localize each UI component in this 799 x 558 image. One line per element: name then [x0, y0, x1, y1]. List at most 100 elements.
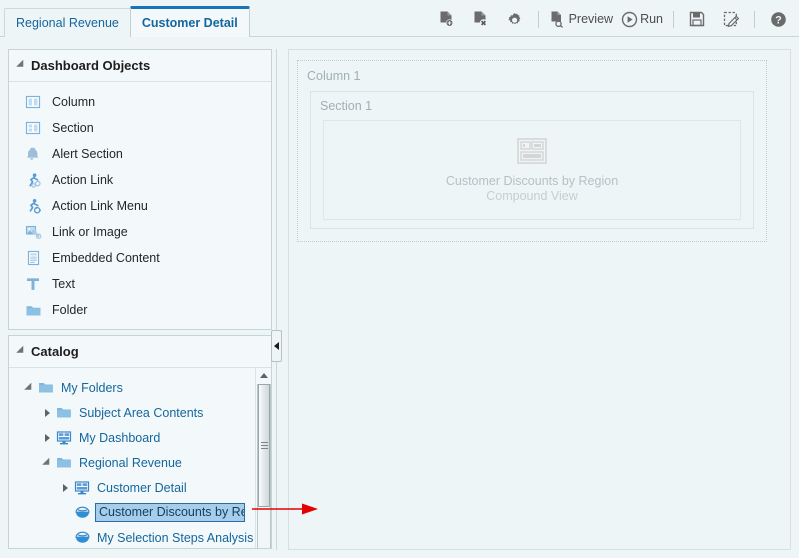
alert-bell-icon: [23, 145, 43, 163]
run-button[interactable]: Run: [617, 5, 667, 33]
tree-item-subject-area-contents[interactable]: Subject Area Contents: [9, 400, 256, 425]
catalog-title: Catalog: [31, 344, 79, 359]
save-as-icon: [723, 11, 740, 28]
chevron-down-icon: [16, 345, 27, 357]
embedded-content-icon: [23, 249, 43, 267]
section-label: Section 1: [320, 99, 373, 113]
tree-item-label: My Dashboard: [79, 430, 161, 445]
delete-dashboard-page-button[interactable]: [464, 5, 498, 33]
catalog-tree: My Folders Subject Area Contents My Dash…: [9, 368, 271, 548]
scrollbar-thumb[interactable]: [258, 384, 270, 507]
object-item-label: Text: [52, 277, 75, 291]
action-link-menu-icon: [23, 197, 43, 215]
expand-collapse-icon[interactable]: [39, 457, 55, 468]
run-icon: [621, 11, 638, 28]
tree-item-label: My Selection Steps Analysis: [97, 530, 254, 545]
chevron-left-icon: [274, 342, 279, 350]
compound-view-icon: [517, 137, 547, 167]
tree-item-label: My Folders: [61, 380, 123, 395]
dashboard-objects-title: Dashboard Objects: [31, 58, 151, 73]
scroll-up-button[interactable]: [256, 368, 271, 383]
column-icon: [23, 93, 43, 111]
folder-icon: [55, 455, 73, 471]
dashboard-tools-button[interactable]: [498, 5, 532, 33]
folder-icon: [37, 380, 55, 396]
toolbar-separator-2: [673, 10, 674, 28]
drop-target-placeholder[interactable]: Customer Discounts by Region Compound Vi…: [323, 120, 741, 220]
add-page-icon: [438, 10, 455, 28]
section-icon: [23, 119, 43, 137]
svg-text:?: ?: [775, 14, 782, 26]
dashboard-icon: [73, 480, 91, 496]
object-item-label: Embedded Content: [52, 251, 160, 265]
left-accordion-panel: Dashboard Objects Column Section Alert S…: [8, 49, 272, 549]
object-item-label: Section: [52, 121, 94, 135]
folder-icon: [23, 301, 43, 319]
catalog-header[interactable]: Catalog: [9, 336, 271, 368]
run-label: Run: [640, 12, 663, 26]
link-or-image-icon: [23, 223, 43, 241]
tree-item-my-selection-steps-analysis[interactable]: My Selection Steps Analysis: [9, 525, 256, 548]
grip-icon: [260, 440, 268, 451]
tab-regional-revenue[interactable]: Regional Revenue: [4, 8, 131, 37]
tree-item-label: Customer Discounts by Region: [99, 505, 244, 519]
tree-item-customer-detail[interactable]: Customer Detail: [9, 475, 256, 500]
object-item-action-link[interactable]: Action Link: [9, 167, 271, 193]
expand-collapse-icon[interactable]: [21, 382, 37, 393]
dashboard-objects-header[interactable]: Dashboard Objects: [9, 50, 271, 82]
tree-item-label: Customer Detail: [97, 480, 187, 495]
preview-button[interactable]: Preview: [545, 5, 617, 33]
object-item-column[interactable]: Column: [9, 89, 271, 115]
scrollbar-track[interactable]: [257, 384, 271, 548]
dashboard-objects-list: Column Section Alert Section Action Link…: [9, 82, 271, 323]
dropped-object-view: Compound View: [486, 188, 578, 203]
add-dashboard-page-button[interactable]: [430, 5, 464, 33]
object-item-label: Column: [52, 95, 96, 109]
preview-icon: [549, 10, 567, 28]
dashboard-section[interactable]: Section 1 Customer Discounts by Region C…: [310, 91, 754, 229]
help-button[interactable]: ?: [761, 5, 795, 33]
expand-collapse-icon[interactable]: [57, 483, 73, 492]
object-item-section[interactable]: Section: [9, 115, 271, 141]
top-bar: Regional Revenue Customer Detail Preview…: [0, 0, 799, 37]
dashboard-column[interactable]: Column 1 Section 1 Customer Discounts by…: [297, 60, 767, 242]
catalog-panel: Catalog My Folders Subject Area Contents…: [8, 335, 272, 549]
object-item-link-or-image[interactable]: Link or Image: [9, 219, 271, 245]
expand-collapse-icon[interactable]: [39, 408, 55, 417]
object-item-text[interactable]: Text: [9, 271, 271, 297]
action-link-icon: [23, 171, 43, 189]
dashboard-builder-window: Regional Revenue Customer Detail Preview…: [0, 0, 799, 558]
catalog-scrollbar[interactable]: [255, 368, 271, 548]
dashboard-canvas[interactable]: Column 1 Section 1 Customer Discounts by…: [288, 49, 791, 550]
analysis-icon: [73, 530, 91, 546]
save-icon: [689, 11, 705, 27]
save-as-button[interactable]: [714, 5, 748, 33]
gear-icon: [506, 11, 523, 28]
chevron-down-icon: [16, 59, 27, 71]
object-item-label: Link or Image: [52, 225, 128, 239]
tab-customer-detail[interactable]: Customer Detail: [129, 6, 250, 37]
tree-item-label: Regional Revenue: [79, 455, 182, 470]
tree-item-my-dashboard[interactable]: My Dashboard: [9, 425, 256, 450]
object-item-embedded-content[interactable]: Embedded Content: [9, 245, 271, 271]
analysis-icon: [73, 505, 91, 521]
expand-collapse-icon[interactable]: [39, 433, 55, 442]
folder-icon: [55, 405, 73, 421]
panel-collapse-handle[interactable]: [271, 330, 282, 362]
object-item-label: Alert Section: [52, 147, 123, 161]
tree-item-regional-revenue[interactable]: Regional Revenue: [9, 450, 256, 475]
selection-highlight: Customer Discounts by Region: [95, 503, 245, 522]
save-button[interactable]: [680, 5, 714, 33]
tree-item-customer-discounts-by-region[interactable]: Customer Discounts by Region: [9, 500, 256, 525]
object-item-action-link-menu[interactable]: Action Link Menu: [9, 193, 271, 219]
panel-divider-bottom: [276, 362, 277, 550]
tab-label: Customer Detail: [141, 16, 238, 30]
delete-page-icon: [472, 10, 489, 28]
dashboard-icon: [55, 430, 73, 446]
object-item-folder[interactable]: Folder: [9, 297, 271, 323]
object-item-alert-section[interactable]: Alert Section: [9, 141, 271, 167]
column-label: Column 1: [307, 69, 361, 83]
help-icon: ?: [770, 11, 787, 28]
tree-item-my-folders[interactable]: My Folders: [9, 375, 256, 400]
text-icon: [23, 275, 43, 293]
